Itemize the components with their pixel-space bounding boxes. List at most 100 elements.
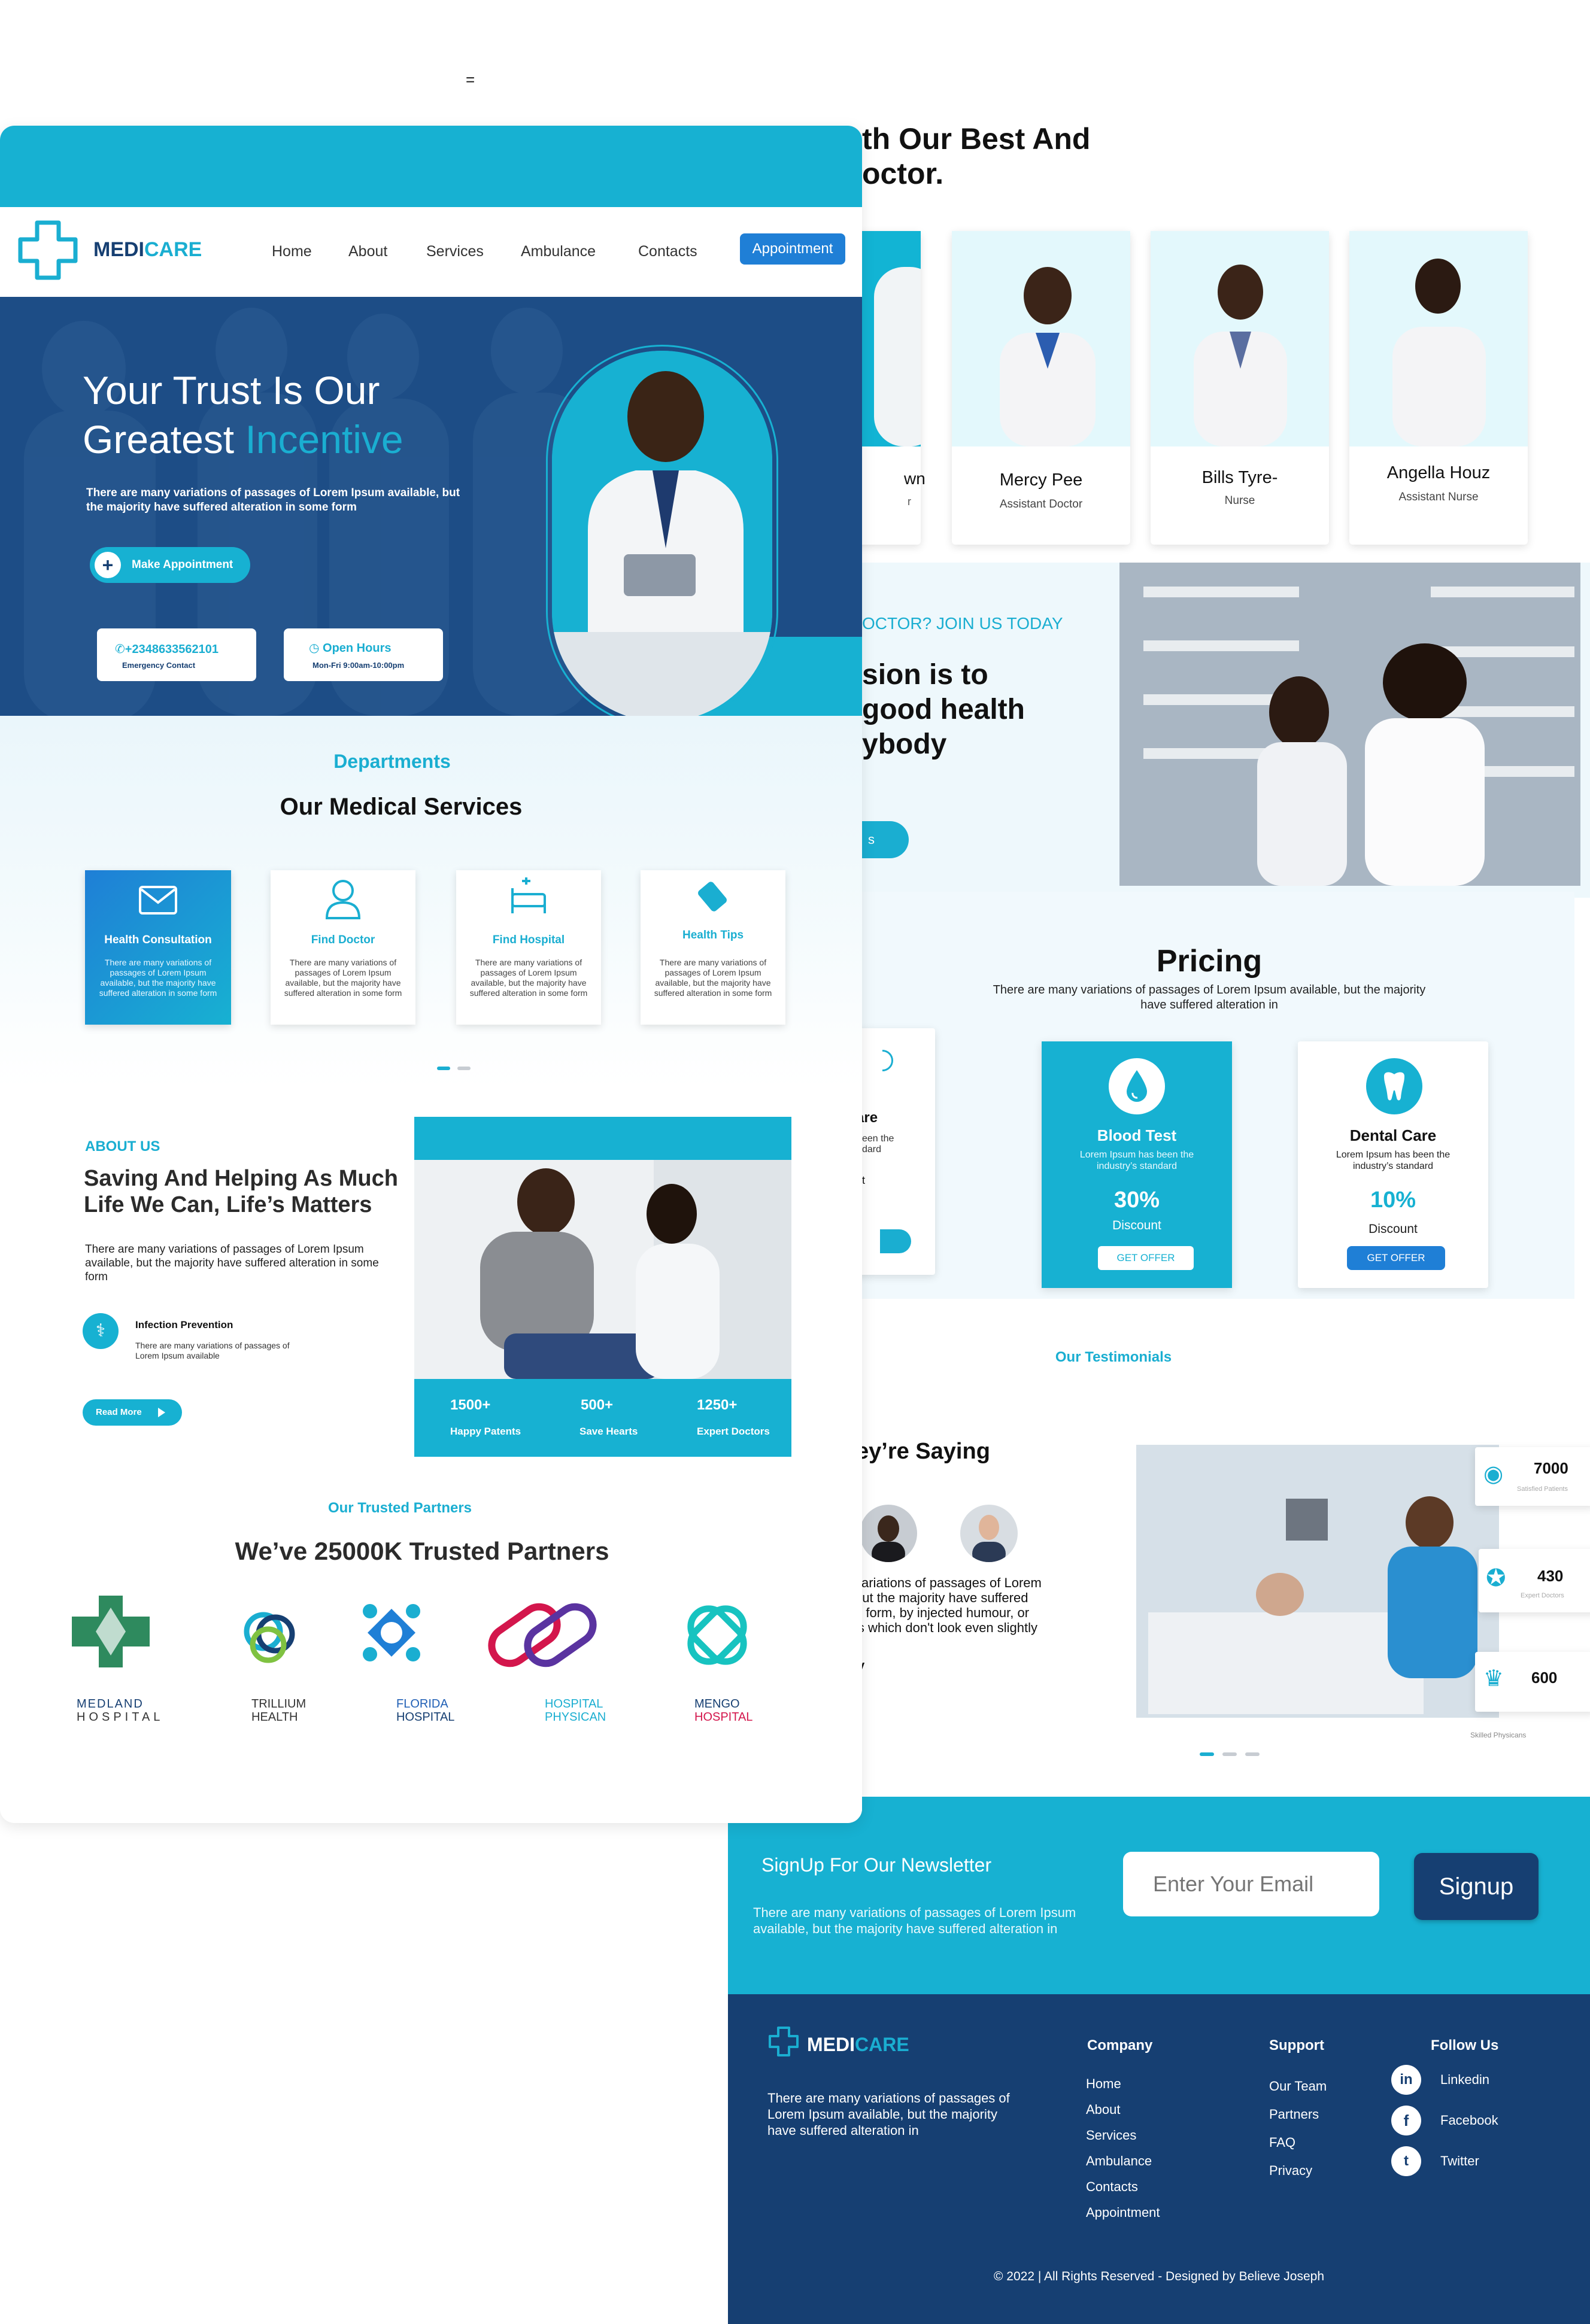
avatar[interactable] (860, 1505, 917, 1562)
team-member-role: Assistant Doctor (999, 498, 1083, 511)
hospital-physican-logo-icon (488, 1603, 597, 1667)
partners-eyebrow: Our Trusted Partners (327, 1500, 472, 1516)
pricing-title: Pricing (1156, 944, 1263, 979)
footer-link-our-team[interactable]: Our Team (1269, 2072, 1327, 2100)
facebook-icon: f (1391, 2106, 1421, 2135)
footer-link-about[interactable]: About (1086, 2097, 1160, 2122)
team-card[interactable]: Angella Houz Assistant Nurse (1349, 231, 1528, 545)
hospital-bed-icon (511, 877, 546, 913)
stray-mark: = (466, 71, 475, 89)
doctor-photo (952, 231, 1130, 446)
team-member-role: Nurse (1224, 494, 1255, 507)
departments-section: Departments Our Medical Services Health … (0, 716, 862, 1087)
footer: MEDICARE There are many variations of pa… (728, 1994, 1590, 2324)
join-eyebrow: OCTOR? JOIN US TODAY (862, 614, 1063, 633)
footer-link-appointment[interactable]: Appointment (1086, 2200, 1160, 2225)
logo-cross-icon (769, 2027, 799, 2056)
get-offer-button[interactable]: GET OFFER (1347, 1246, 1445, 1270)
carousel-dots[interactable] (1200, 1752, 1260, 1756)
footer-support-links: Our Team Partners FAQ Privacy (1269, 2072, 1327, 2185)
footer-link-home[interactable]: Home (1086, 2071, 1160, 2097)
nav-about[interactable]: About (348, 243, 387, 260)
nav-services[interactable]: Services (426, 243, 484, 260)
blood-drop-icon (1109, 1058, 1165, 1114)
footer-company-title: Company (1087, 2037, 1153, 2053)
brand-logo[interactable]: MEDICARE (93, 238, 202, 262)
signup-button[interactable]: Signup (1414, 1853, 1539, 1920)
feature-title: Infection Prevention (135, 1319, 233, 1330)
stat-label: Satisfied Patients (1517, 1485, 1568, 1493)
footer-company-links: Home About Services Ambulance Contacts A… (1086, 2071, 1160, 2225)
plus-icon: + (95, 552, 121, 578)
footer-about: There are many variations of passages of… (767, 2091, 1010, 2138)
footer-link-contacts[interactable]: Contacts (1086, 2174, 1160, 2200)
service-card-title: Find Hospital (492, 934, 565, 946)
service-card-find-doctor[interactable]: Find Doctor There are many variations of… (271, 870, 415, 1025)
open-hours-title: Open Hours (323, 642, 392, 655)
team-member-name: Angella Houz (1386, 463, 1491, 482)
footer-link-ambulance[interactable]: Ambulance (1086, 2148, 1160, 2174)
service-card-health-consultation[interactable]: Health Consultation There are many varia… (85, 870, 231, 1025)
footer-link-privacy[interactable]: Privacy (1269, 2156, 1327, 2185)
email-field[interactable] (1123, 1852, 1379, 1916)
pricing-card-blood-test[interactable]: Blood Test Lorem Ipsum has been the indu… (1042, 1041, 1232, 1288)
brand-part1: MEDI (93, 238, 144, 261)
homepage-frame: MEDICARE Home About Services Ambulance C… (0, 126, 862, 1823)
nav-home[interactable]: Home (272, 243, 312, 260)
footer-link-services[interactable]: Services (1086, 2122, 1160, 2148)
appointment-button[interactable]: Appointment (740, 233, 845, 265)
read-more-label: Read More (96, 1407, 142, 1417)
trophy-icon: ♛ (1483, 1666, 1504, 1691)
service-card-find-hospital[interactable]: Find Hospital There are many variations … (456, 870, 601, 1025)
carousel-dots[interactable] (437, 1067, 474, 1070)
testimonials-eyebrow: Our Testimonials (1055, 1349, 1172, 1365)
trillium-logo-icon (244, 1612, 295, 1663)
get-offer-button[interactable]: GET OFFER (1098, 1246, 1194, 1270)
pricing-card-dental-care[interactable]: Dental Care Lorem Ipsum has been the ind… (1298, 1041, 1488, 1288)
about-stats-bar: 1500+ Happy Patents 500+ Save Hearts 125… (414, 1379, 791, 1457)
phone-sub: Emergency Contact (122, 661, 196, 670)
tooth-icon (1366, 1058, 1422, 1114)
pricing-card-note: t (862, 1174, 866, 1186)
stat-label: Save Hearts (579, 1426, 638, 1437)
nav-contacts[interactable]: Contacts (638, 243, 697, 260)
logo-cross-icon (18, 220, 78, 280)
consultation-photo (414, 1160, 791, 1379)
testimonials-title: ey’re Saying (856, 1439, 990, 1464)
social-facebook[interactable]: f Facebook (1391, 2106, 1547, 2135)
social-label: Linkedin (1440, 2072, 1489, 2087)
service-card-health-tips[interactable]: Health Tips There are many variations of… (641, 870, 785, 1025)
newsletter-section: SignUp For Our Newsletter There are many… (728, 1797, 1590, 1994)
read-more-button[interactable]: Read More (83, 1399, 182, 1426)
get-offer-button[interactable] (880, 1229, 911, 1253)
avatar[interactable] (960, 1505, 1018, 1562)
team-card[interactable]: Mercy Pee Assistant Doctor (952, 231, 1130, 545)
footer-link-partners[interactable]: Partners (1269, 2100, 1327, 2128)
copyright: © 2022 | All Rights Reserved - Designed … (993, 2270, 1325, 2283)
footer-follow-title: Follow Us (1431, 2037, 1499, 2053)
departments-title: Our Medical Services (280, 794, 523, 820)
partners-title: We’ve 25000K Trusted Partners (235, 1537, 609, 1565)
team-card[interactable]: Bills Tyre- Nurse (1151, 231, 1329, 545)
service-card-text: There are many variations of passages of… (99, 958, 217, 998)
pricing-text: There are many variations of passages of… (993, 983, 1426, 1011)
join-title-line2: good health (862, 694, 1025, 725)
brand-part2: CARE (144, 238, 202, 261)
about-image-header (414, 1117, 791, 1160)
social-linkedin[interactable]: in Linkedin (1391, 2065, 1547, 2095)
make-appointment-button[interactable]: + Make Appointment (90, 547, 250, 583)
about-title-line1: Saving And Helping As Much (84, 1166, 398, 1191)
stat-value: 1250+ (697, 1397, 738, 1413)
stat-label: Expert Doctors (1521, 1592, 1564, 1599)
envelope-icon (139, 886, 177, 915)
emergency-contact-card[interactable]: ✆+2348633562101 Emergency Contact (97, 628, 256, 681)
nav-ambulance[interactable]: Ambulance (521, 243, 596, 260)
footer-link-faq[interactable]: FAQ (1269, 2128, 1327, 2156)
open-hours-card: ◷ Open Hours Mon-Fri 9:00am-10:00pm (284, 628, 443, 681)
join-title-line1: sion is to (862, 659, 988, 691)
social-twitter[interactable]: t Twitter (1391, 2146, 1547, 2176)
open-hours-sub: Mon-Fri 9:00am-10:00pm (312, 661, 405, 670)
service-card-title: Find Doctor (311, 934, 375, 946)
hero-title-line1: Your Trust Is Our (83, 368, 380, 412)
join-title-line3: ybody (862, 728, 947, 760)
